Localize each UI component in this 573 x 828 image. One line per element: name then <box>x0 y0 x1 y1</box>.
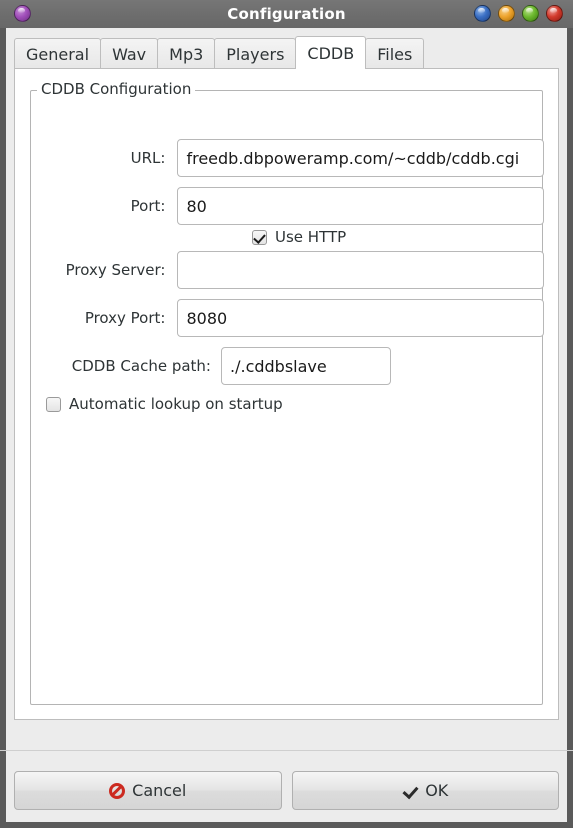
tab-general[interactable]: General <box>14 38 102 69</box>
url-row: URL: freedb.dbpoweramp.com/~cddb/cddb.cg… <box>46 139 544 177</box>
tab-label: CDDB <box>307 43 355 63</box>
close-button[interactable] <box>546 5 563 22</box>
port-label: Port: <box>130 197 166 215</box>
checkbox-checked-icon <box>252 229 267 245</box>
port-input[interactable]: 80 <box>177 187 544 225</box>
proxy-port-row: Proxy Port: 8080 <box>46 299 544 337</box>
cddb-configuration-group: CDDB Configuration URL: freedb.dbpoweram… <box>30 80 544 705</box>
tab-players[interactable]: Players <box>214 38 297 69</box>
ok-button-label: OK <box>425 781 449 800</box>
ok-button[interactable]: OK <box>291 771 559 810</box>
tab-label: Files <box>377 44 413 64</box>
cache-path-label: CDDB Cache path: <box>71 357 211 375</box>
proxy-server-input[interactable] <box>177 251 544 289</box>
port-row: Port: 80 <box>46 187 544 225</box>
maximize-button[interactable] <box>522 5 539 22</box>
cancel-icon <box>109 782 126 799</box>
tab-mp3[interactable]: Mp3 <box>157 38 216 69</box>
auto-lookup-label: Automatic lookup on startup <box>69 395 283 413</box>
proxy-port-label: Proxy Port: <box>84 309 166 327</box>
use-http-label: Use HTTP <box>275 228 347 246</box>
url-label: URL: <box>130 149 166 167</box>
tab-label: Mp3 <box>169 44 204 64</box>
proxy-port-input[interactable]: 8080 <box>177 299 544 337</box>
cancel-button-label: Cancel <box>132 781 187 800</box>
shade-button[interactable] <box>474 5 491 22</box>
cancel-button[interactable]: Cancel <box>14 771 282 810</box>
tab-content-panel: CDDB Configuration URL: freedb.dbpoweram… <box>14 68 559 720</box>
port-value: 80 <box>186 196 207 216</box>
cache-path-value: ./.cddbslave <box>230 356 327 376</box>
tab-wav[interactable]: Wav <box>100 38 159 69</box>
checkbox-unchecked-icon <box>46 396 61 412</box>
dialog-button-bar: Cancel OK <box>14 771 559 810</box>
tab-bar: General Wav Mp3 Players CDDB Files <box>14 36 425 69</box>
use-http-row: Use HTTP <box>46 228 544 246</box>
use-http-checkbox[interactable]: Use HTTP <box>252 228 346 246</box>
tab-files[interactable]: Files <box>365 38 425 69</box>
proxy-port-value: 8080 <box>186 308 228 328</box>
check-icon <box>402 783 418 799</box>
proxy-server-row: Proxy Server: <box>46 251 544 289</box>
auto-lookup-row: Automatic lookup on startup <box>46 395 544 413</box>
title-bar: Configuration <box>0 0 573 28</box>
minimize-button[interactable] <box>498 5 515 22</box>
tab-label: Players <box>226 44 285 64</box>
proxy-server-label: Proxy Server: <box>65 261 166 279</box>
url-value: freedb.dbpoweramp.com/~cddb/cddb.cgi <box>186 148 520 168</box>
cache-path-row: CDDB Cache path: ./.cddbslave <box>46 347 544 385</box>
url-input[interactable]: freedb.dbpoweramp.com/~cddb/cddb.cgi <box>177 139 544 177</box>
tab-label: General <box>26 44 90 64</box>
tab-cddb[interactable]: CDDB <box>295 36 367 69</box>
auto-lookup-checkbox[interactable]: Automatic lookup on startup <box>46 395 283 413</box>
configuration-window: Configuration General Wav Mp3 Players CD… <box>0 0 573 828</box>
footer-separator <box>0 750 573 751</box>
tab-label: Wav <box>112 44 147 64</box>
cache-path-input[interactable]: ./.cddbslave <box>221 347 391 385</box>
group-title: CDDB Configuration <box>37 80 196 98</box>
